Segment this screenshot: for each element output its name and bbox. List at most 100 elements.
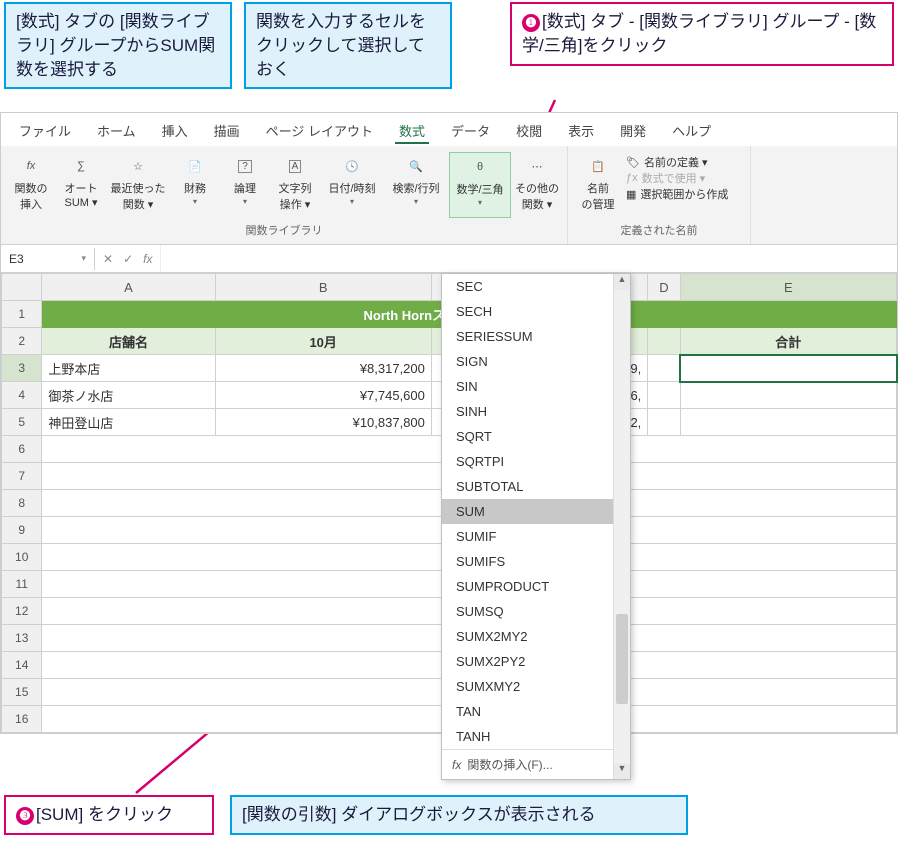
row-6[interactable]: 6 xyxy=(2,436,42,463)
lookup-button[interactable]: 🔍 検索/行列 ▾ xyxy=(385,152,447,218)
cell-A5[interactable]: 神田登山店 xyxy=(42,409,215,436)
logical-button[interactable]: ? 論理 ▾ xyxy=(221,152,269,218)
math-trig-button[interactable]: θ 数学/三角 ▾ xyxy=(449,152,511,218)
row-7[interactable]: 7 xyxy=(2,463,42,490)
tab-draw[interactable]: 描画 xyxy=(210,119,244,144)
row-1[interactable]: 1 xyxy=(2,301,42,328)
select-all-corner[interactable] xyxy=(2,274,42,301)
formula-input[interactable] xyxy=(160,245,897,272)
scroll-down-arrow-icon[interactable]: ▼ xyxy=(614,763,630,779)
logical-chev: ▾ xyxy=(243,197,247,206)
dropdown-item-sqrt[interactable]: SQRT xyxy=(442,424,613,449)
cell-A3[interactable]: 上野本店 xyxy=(42,355,215,382)
name-manager-button[interactable]: 📋 名前 の管理 xyxy=(574,152,622,218)
cell-D5[interactable] xyxy=(648,409,680,436)
dropdown-insert-function[interactable]: fx 関数の挿入(F)... xyxy=(442,749,613,779)
dropdown-item-sumx2py2[interactable]: SUMX2PY2 xyxy=(442,649,613,674)
text-label1: 文字列 xyxy=(279,180,312,196)
use-in-formula-button[interactable]: ƒx 数式で使用 ▾ xyxy=(624,170,744,186)
insert-function-label1: 関数の xyxy=(15,180,48,196)
define-name-button[interactable]: 🏷 名前の定義 ▾ xyxy=(624,154,744,170)
cell-B3[interactable]: ¥8,317,200 xyxy=(215,355,431,382)
dropdown-item-sumif[interactable]: SUMIF xyxy=(442,524,613,549)
name-box[interactable]: E3 ▾ xyxy=(1,248,95,270)
row-11[interactable]: 11 xyxy=(2,571,42,598)
insert-function-button[interactable]: fx 関数の 挿入 xyxy=(7,152,55,218)
cell-A4[interactable]: 御茶ノ水店 xyxy=(42,382,215,409)
more-functions-button[interactable]: ⋯ その他の 関数 ▾ xyxy=(513,152,561,218)
cancel-icon[interactable]: ✕ xyxy=(103,252,113,266)
tab-home[interactable]: ホーム xyxy=(93,119,140,144)
cell-E5[interactable] xyxy=(680,409,896,436)
col-A[interactable]: A xyxy=(42,274,215,301)
cell-D3[interactable] xyxy=(648,355,680,382)
fx-icon-bar[interactable]: fx xyxy=(143,252,152,266)
dropdown-item-tanh[interactable]: TANH xyxy=(442,724,613,749)
tab-data[interactable]: データ xyxy=(447,119,494,144)
dropdown-item-seriessum[interactable]: SERIESSUM xyxy=(442,324,613,349)
create-from-selection-button[interactable]: ▦ 選択範囲から作成 xyxy=(624,186,744,202)
financial-button[interactable]: 📄 財務 ▾ xyxy=(171,152,219,218)
row-13[interactable]: 13 xyxy=(2,625,42,652)
dropdown-item-tan[interactable]: TAN xyxy=(442,699,613,724)
row-12[interactable]: 12 xyxy=(2,598,42,625)
row-9[interactable]: 9 xyxy=(2,517,42,544)
datetime-button[interactable]: 🕓 日付/時刻 ▾ xyxy=(321,152,383,218)
col-D[interactable]: D xyxy=(648,274,680,301)
dropdown-item-sqrtpi[interactable]: SQRTPI xyxy=(442,449,613,474)
tab-view[interactable]: 表示 xyxy=(564,119,598,144)
col-E[interactable]: E xyxy=(680,274,896,301)
tab-developer[interactable]: 開発 xyxy=(616,119,650,144)
cell-B5[interactable]: ¥10,837,800 xyxy=(215,409,431,436)
row-8[interactable]: 8 xyxy=(2,490,42,517)
scroll-up-arrow-icon[interactable]: ▲ xyxy=(614,274,630,290)
dropdown-item-sumx2my2[interactable]: SUMX2MY2 xyxy=(442,624,613,649)
row-16[interactable]: 16 xyxy=(2,706,42,733)
row-5[interactable]: 5 xyxy=(2,409,42,436)
dropdown-scrollbar[interactable]: ▲ ▼ xyxy=(613,274,630,779)
dropdown-item-sumifs[interactable]: SUMIFS xyxy=(442,549,613,574)
dropdown-item-sign[interactable]: SIGN xyxy=(442,349,613,374)
row-15[interactable]: 15 xyxy=(2,679,42,706)
hdr-oct[interactable]: 10月 xyxy=(215,328,431,355)
tab-pagelayout[interactable]: ページ レイアウト xyxy=(262,119,377,144)
tab-formulas[interactable]: 数式 xyxy=(395,119,429,144)
text-button[interactable]: A 文字列 操作 ▾ xyxy=(271,152,319,218)
hdr-total[interactable]: 合計 xyxy=(680,328,896,355)
row-10[interactable]: 10 xyxy=(2,544,42,571)
hdr-store[interactable]: 店舗名 xyxy=(42,328,215,355)
dropdown-item-sin[interactable]: SIN xyxy=(442,374,613,399)
dropdown-item-sum[interactable]: SUM xyxy=(442,499,613,524)
hdr-blank[interactable] xyxy=(648,328,680,355)
dropdown-item-sec[interactable]: SEC xyxy=(442,274,613,299)
row-3[interactable]: 3 xyxy=(2,355,42,382)
cell-D4[interactable] xyxy=(648,382,680,409)
dropdown-item-sumsq[interactable]: SUMSQ xyxy=(442,599,613,624)
dropdown-item-sinh[interactable]: SINH xyxy=(442,399,613,424)
cell-B4[interactable]: ¥7,745,600 xyxy=(215,382,431,409)
step-badge-3: ❸ xyxy=(16,807,34,825)
row-2[interactable]: 2 xyxy=(2,328,42,355)
cell-E3-selected[interactable] xyxy=(680,355,896,382)
scroll-thumb[interactable] xyxy=(616,614,628,704)
tab-review[interactable]: 校閲 xyxy=(512,119,546,144)
sigma-icon: ∑ xyxy=(69,154,93,178)
row-14[interactable]: 14 xyxy=(2,652,42,679)
tab-file[interactable]: ファイル xyxy=(15,119,75,144)
dropdown-item-sech[interactable]: SECH xyxy=(442,299,613,324)
dropdown-item-sumxmy2[interactable]: SUMXMY2 xyxy=(442,674,613,699)
lookup-icon: 🔍 xyxy=(404,154,428,178)
tab-help[interactable]: ヘルプ xyxy=(668,119,715,144)
dropdown-item-sumproduct[interactable]: SUMPRODUCT xyxy=(442,574,613,599)
name-mgr-label2: の管理 xyxy=(582,196,615,212)
row-4[interactable]: 4 xyxy=(2,382,42,409)
enter-icon[interactable]: ✓ xyxy=(123,252,133,266)
cell-E4[interactable] xyxy=(680,382,896,409)
tab-insert[interactable]: 挿入 xyxy=(158,119,192,144)
create-from-selection-label: 選択範囲から作成 xyxy=(640,186,728,202)
autosum-button[interactable]: ∑ オート SUM ▾ xyxy=(57,152,105,218)
recent-functions-button[interactable]: ☆ 最近使った 関数 ▾ xyxy=(107,152,169,218)
dropdown-item-subtotal[interactable]: SUBTOTAL xyxy=(442,474,613,499)
col-B[interactable]: B xyxy=(215,274,431,301)
math-trig-dropdown: SECSECHSERIESSUMSIGNSINSINHSQRTSQRTPISUB… xyxy=(441,273,631,780)
